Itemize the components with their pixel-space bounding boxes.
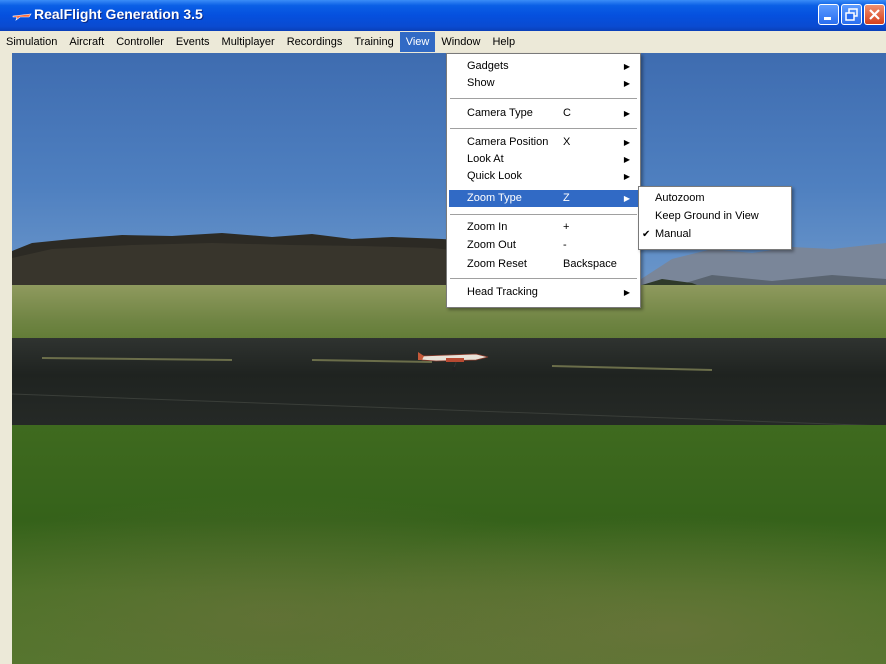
zoom-in-shortcut: + bbox=[563, 221, 570, 233]
title-bar[interactable]: RealFlight Generation 3.5 bbox=[0, 0, 886, 31]
submenu-arrow-icon: ▶ bbox=[623, 79, 630, 88]
zoom-type-submenu: Autozoom Keep Ground in View ✔ Manual bbox=[638, 186, 792, 250]
airplane-app-icon bbox=[12, 13, 32, 21]
zoom-reset-shortcut: Backspace bbox=[563, 258, 617, 270]
submenu-item-manual[interactable]: ✔ Manual bbox=[641, 226, 789, 243]
menu-item-zoom-reset[interactable]: Zoom Reset Backspace bbox=[449, 256, 638, 273]
menu-aircraft[interactable]: Aircraft bbox=[63, 32, 110, 52]
submenu-arrow-icon: ▶ bbox=[623, 138, 630, 147]
menu-separator bbox=[450, 98, 637, 99]
close-icon bbox=[869, 9, 880, 20]
menu-multiplayer[interactable]: Multiplayer bbox=[216, 32, 281, 52]
submenu-item-keep-ground[interactable]: Keep Ground in View bbox=[641, 208, 789, 225]
close-button[interactable] bbox=[864, 4, 885, 25]
window-title: RealFlight Generation 3.5 bbox=[34, 6, 203, 22]
menu-events[interactable]: Events bbox=[170, 32, 216, 52]
submenu-item-autozoom[interactable]: Autozoom bbox=[641, 190, 789, 207]
app-window: RealFlight Generation 3.5 Simulation Air… bbox=[0, 0, 886, 664]
submenu-arrow-icon: ▶ bbox=[623, 172, 630, 181]
manual-label: Manual bbox=[655, 228, 692, 240]
minimize-button[interactable] bbox=[818, 4, 839, 25]
quick-look-label: Quick Look bbox=[467, 170, 523, 182]
autozoom-label: Autozoom bbox=[655, 192, 705, 204]
camera-position-label: Camera Position bbox=[467, 136, 549, 148]
restore-button[interactable] bbox=[841, 4, 862, 25]
minimize-icon bbox=[824, 17, 831, 20]
menu-window[interactable]: Window bbox=[435, 32, 486, 52]
restore-icon bbox=[845, 8, 858, 21]
camera-position-shortcut: X bbox=[563, 136, 571, 148]
submenu-arrow-icon: ▶ bbox=[623, 109, 630, 118]
menu-separator bbox=[450, 278, 637, 279]
submenu-arrow-icon: ▶ bbox=[623, 62, 630, 71]
airplane-model bbox=[418, 352, 489, 371]
menu-item-zoom-out[interactable]: Zoom Out - bbox=[449, 237, 638, 254]
zoom-type-shortcut: Z bbox=[563, 192, 570, 204]
camera-type-label: Camera Type bbox=[467, 107, 533, 119]
menu-simulation[interactable]: Simulation bbox=[0, 32, 63, 52]
menu-recordings[interactable]: Recordings bbox=[281, 32, 349, 52]
menu-item-look-at[interactable]: Look At ▶ bbox=[449, 151, 638, 168]
submenu-arrow-icon: ▶ bbox=[623, 194, 630, 203]
zoom-in-label: Zoom In bbox=[467, 221, 508, 233]
menu-training[interactable]: Training bbox=[348, 32, 399, 52]
menu-controller[interactable]: Controller bbox=[110, 32, 170, 52]
gadgets-label: Gadgets bbox=[467, 60, 509, 72]
zoom-out-label: Zoom Out bbox=[467, 239, 516, 251]
zoom-type-label: Zoom Type bbox=[467, 192, 522, 204]
menu-item-camera-position[interactable]: Camera Position X ▶ bbox=[449, 134, 638, 151]
look-at-label: Look At bbox=[467, 153, 504, 165]
menu-separator bbox=[450, 128, 637, 129]
view-dropdown-menu: Gadgets ▶ Show ▶ Camera Type C ▶ Camera … bbox=[446, 53, 641, 308]
window-left-frame bbox=[0, 53, 12, 664]
menu-item-quick-look[interactable]: Quick Look ▶ bbox=[449, 168, 638, 185]
menu-item-zoom-in[interactable]: Zoom In + bbox=[449, 219, 638, 236]
menu-item-gadgets[interactable]: Gadgets ▶ bbox=[449, 58, 638, 75]
keep-ground-label: Keep Ground in View bbox=[655, 210, 759, 222]
head-tracking-label: Head Tracking bbox=[467, 286, 538, 298]
submenu-arrow-icon: ▶ bbox=[623, 155, 630, 164]
menu-item-head-tracking[interactable]: Head Tracking ▶ bbox=[449, 284, 638, 301]
menu-item-zoom-type[interactable]: Zoom Type Z ▶ bbox=[449, 190, 638, 207]
zoom-out-shortcut: - bbox=[563, 239, 567, 251]
submenu-arrow-icon: ▶ bbox=[623, 288, 630, 297]
menu-bar: Simulation Aircraft Controller Events Mu… bbox=[0, 31, 886, 53]
menu-item-camera-type[interactable]: Camera Type C ▶ bbox=[449, 105, 638, 122]
menu-separator bbox=[450, 214, 637, 215]
near-grass-field bbox=[12, 425, 886, 664]
menu-help[interactable]: Help bbox=[486, 32, 521, 52]
menu-item-show[interactable]: Show ▶ bbox=[449, 75, 638, 92]
show-label: Show bbox=[467, 77, 495, 89]
camera-type-shortcut: C bbox=[563, 107, 571, 119]
checkmark-icon: ✔ bbox=[642, 229, 651, 240]
menu-view[interactable]: View bbox=[399, 32, 436, 52]
zoom-reset-label: Zoom Reset bbox=[467, 258, 527, 270]
